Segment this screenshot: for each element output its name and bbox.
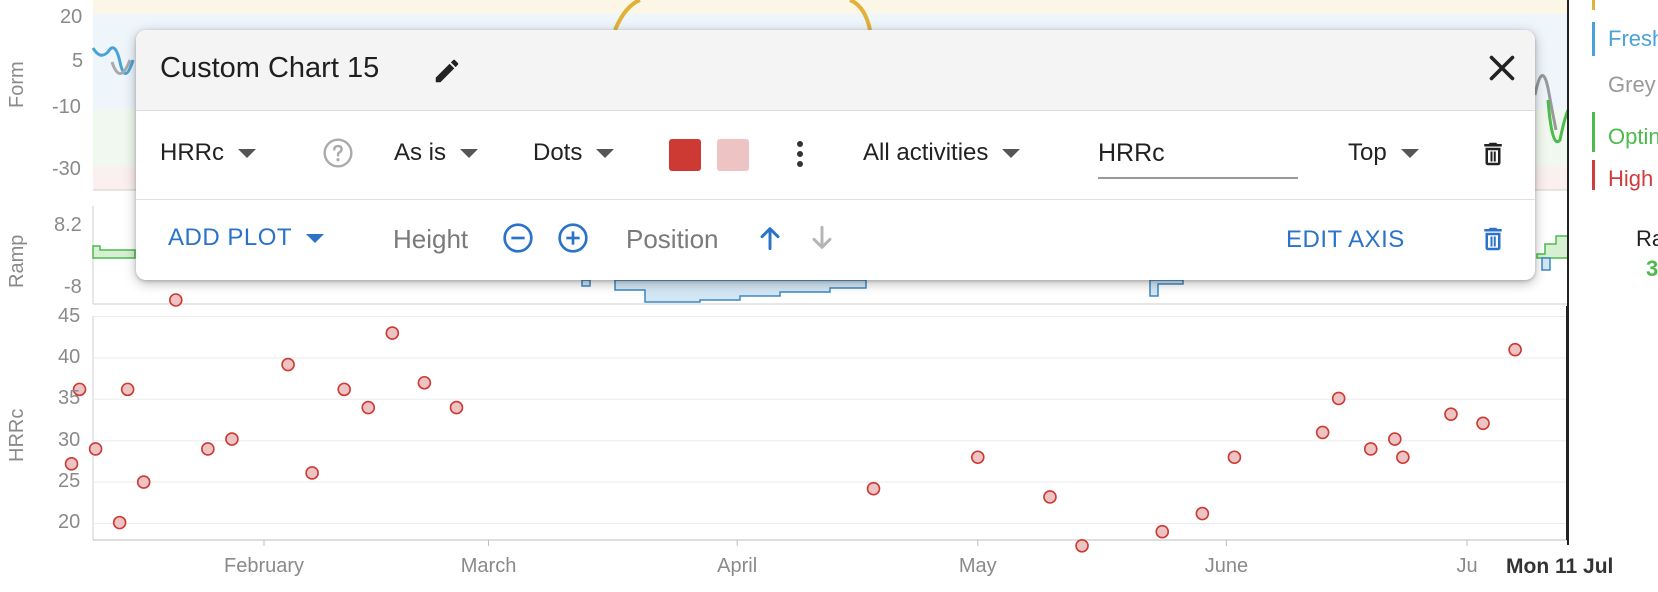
hrrc-y-tick-label: 25 xyxy=(58,470,81,493)
chart-config-row: ADD PLOT Height Position EDIT AXIS xyxy=(136,200,1535,280)
decrease-height-button[interactable] xyxy=(502,222,534,254)
hrrc-data-point xyxy=(1476,416,1490,431)
more-options-button[interactable] xyxy=(788,137,812,171)
help-button[interactable] xyxy=(322,137,354,169)
hrrc-data-point xyxy=(201,442,215,456)
delete-plot-button[interactable] xyxy=(1478,137,1508,171)
hrrc-data-point xyxy=(305,466,319,480)
hrrc-y-tick-label: 40 xyxy=(58,345,81,368)
plus-circle-icon xyxy=(558,223,588,253)
chevron-down-icon xyxy=(238,148,256,158)
plot-label-input-value: HRRc xyxy=(1098,139,1165,167)
hrrc-data-point xyxy=(417,375,432,390)
hrrc-data-point xyxy=(281,357,295,372)
dialog-title: Custom Chart 15 xyxy=(160,52,380,84)
trash-icon xyxy=(1484,142,1502,166)
chevron-down-icon xyxy=(460,148,479,158)
hrrc-y-tick-label: 45 xyxy=(58,304,81,327)
hrrc-data-point xyxy=(1444,407,1458,422)
arrow-up-icon xyxy=(760,227,780,251)
chevron-down-icon xyxy=(1002,148,1021,158)
field-dropdown-value: HRRc xyxy=(160,139,224,166)
hrrc-data-point xyxy=(1075,538,1089,553)
hrrc-data-point xyxy=(64,457,79,471)
hrrc-data-point xyxy=(1227,450,1242,465)
primary-color-swatch[interactable] xyxy=(669,139,701,171)
hrrc-y-tick-label: 35 xyxy=(58,387,81,410)
style-dropdown-value: Dots xyxy=(533,139,583,166)
transform-dropdown[interactable]: As is xyxy=(394,139,479,167)
chevron-down-icon xyxy=(1400,148,1419,158)
position-label: Position xyxy=(626,224,719,254)
hrrc-data-point xyxy=(1315,425,1330,440)
activity-filter-dropdown[interactable]: All activities xyxy=(863,139,1021,167)
hrrc-data-point xyxy=(136,475,151,489)
hrrc-data-point xyxy=(1331,391,1346,406)
chevron-down-icon xyxy=(306,233,325,243)
hrrc-data-point xyxy=(120,382,135,397)
hrrc-data-point xyxy=(385,326,400,340)
edit-axis-button[interactable]: EDIT AXIS xyxy=(1286,226,1405,254)
hrrc-data-point xyxy=(970,450,985,465)
position-dropdown[interactable]: Top xyxy=(1348,139,1419,167)
dialog-header: Custom Chart 15 xyxy=(136,30,1535,111)
hrrc-x-tick-label: February xyxy=(223,555,305,577)
hrrc-y-tick-label: 30 xyxy=(58,428,81,451)
secondary-color-swatch[interactable] xyxy=(717,139,749,171)
hrrc-x-tick-label: April xyxy=(717,555,758,577)
move-down-button[interactable] xyxy=(806,222,838,254)
pencil-icon xyxy=(435,59,459,83)
close-dialog-button[interactable] xyxy=(1484,50,1520,86)
hrrc-data-point xyxy=(1508,342,1522,357)
increase-height-button[interactable] xyxy=(557,222,589,254)
hrrc-x-tick-label: March xyxy=(460,555,517,577)
plot-label-input[interactable]: HRRc xyxy=(1098,133,1298,179)
minus-circle-icon xyxy=(503,223,533,253)
field-dropdown[interactable]: HRRc xyxy=(160,139,256,167)
add-plot-label: ADD PLOT xyxy=(168,224,293,251)
transform-dropdown-value: As is xyxy=(394,139,447,166)
add-plot-button[interactable]: ADD PLOT xyxy=(168,224,325,252)
hrrc-data-point xyxy=(1155,524,1170,539)
hrrc-data-point xyxy=(1363,442,1378,456)
close-icon xyxy=(1489,55,1515,81)
arrow-down-icon xyxy=(812,225,832,249)
delete-chart-button[interactable] xyxy=(1478,222,1508,256)
hrrc-data-point xyxy=(225,432,239,446)
hrrc-data-point xyxy=(1195,506,1210,521)
edit-title-button[interactable] xyxy=(432,56,462,86)
hrrc-data-point xyxy=(1388,432,1402,446)
cursor-date-label: Mon 11 Jul xyxy=(1506,555,1614,578)
hrrc-y-tick-label: 20 xyxy=(58,511,81,534)
trash-icon xyxy=(1484,227,1502,251)
hrrc-data-point xyxy=(449,400,464,415)
move-up-button[interactable] xyxy=(754,222,786,254)
hrrc-data-point xyxy=(88,442,103,456)
hrrc-data-point xyxy=(168,293,183,307)
hrrc-x-tick-label: Ju xyxy=(1456,555,1478,577)
hrrc-data-point xyxy=(361,400,376,415)
height-label: Height xyxy=(393,224,469,254)
hrrc-data-point xyxy=(1396,450,1410,465)
hrrc-x-tick-label: May xyxy=(958,555,997,577)
style-dropdown[interactable]: Dots xyxy=(533,139,615,167)
custom-chart-dialog: Custom Chart 15 HRRc As is Dots All acti… xyxy=(136,30,1535,280)
hrrc-data-point xyxy=(112,515,127,530)
hrrc-data-point xyxy=(337,382,352,397)
hrrc-data-point xyxy=(866,481,881,496)
position-dropdown-value: Top xyxy=(1348,139,1387,166)
hrrc-x-tick-label: June xyxy=(1204,555,1249,577)
more-vert-icon xyxy=(797,141,803,167)
chevron-down-icon xyxy=(596,148,615,158)
help-icon xyxy=(323,138,353,168)
plot-config-row: HRRc As is Dots All activities HRRc Top xyxy=(136,111,1535,200)
hrrc-data-point xyxy=(1043,490,1057,504)
activity-filter-value: All activities xyxy=(863,139,989,166)
